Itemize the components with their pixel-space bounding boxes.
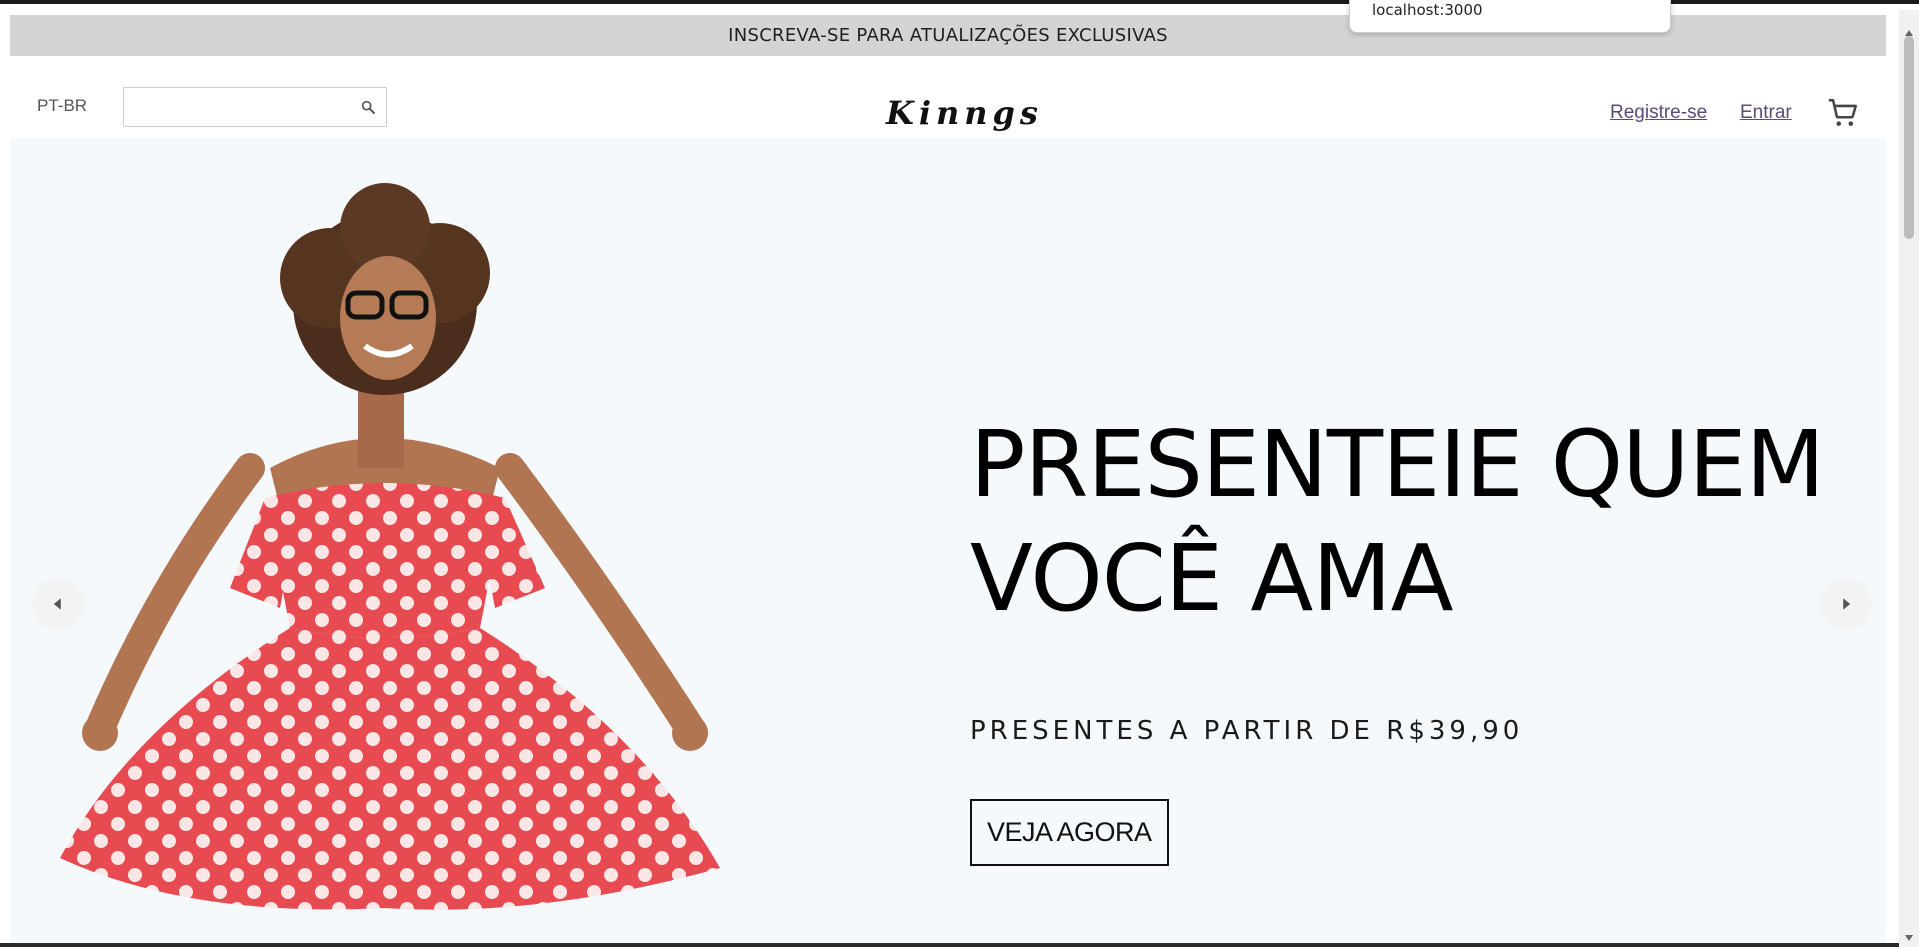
slider-next-button[interactable]	[1820, 578, 1872, 630]
language-selector[interactable]: PT-BR	[37, 96, 87, 116]
page-scrollbar[interactable]	[1899, 10, 1919, 947]
url-status-popup: localhost:3000	[1349, 0, 1671, 33]
arrow-left-icon	[53, 598, 61, 610]
hero-subtitle: PRESENTES A PARTIR DE R$39,90	[970, 716, 1524, 746]
scrollbar-thumb[interactable]	[1904, 36, 1914, 239]
hero-title: PRESENTEIE QUEM VOCÊ AMA	[970, 408, 1850, 636]
site-header: PT-BR Kinngs Registre-se Entrar	[10, 70, 1886, 138]
hero-title-line1: PRESENTEIE QUEM	[970, 411, 1825, 518]
cart-icon[interactable]	[1826, 96, 1860, 130]
hero-text-block: PRESENTEIE QUEM VOCÊ AMA PRESENTES A PAR…	[970, 408, 1850, 866]
hero-title-line2: VOCÊ AMA	[970, 525, 1454, 632]
slider-prev-button[interactable]	[32, 578, 84, 630]
shop-now-button[interactable]: VEJA AGORA	[970, 799, 1169, 866]
hero-model-image	[60, 183, 720, 910]
window-bottom-edge	[0, 943, 1899, 947]
url-status-text: localhost:3000	[1372, 1, 1483, 19]
register-link[interactable]: Registre-se	[1610, 102, 1707, 124]
scroll-down-icon[interactable]	[1899, 929, 1919, 947]
hero-slider: PRESENTEIE QUEM VOCÊ AMA PRESENTES A PAR…	[10, 138, 1886, 947]
search-input[interactable]	[124, 88, 344, 124]
site-logo[interactable]: Kinngs	[886, 94, 1043, 132]
search-box[interactable]	[123, 87, 387, 127]
announcement-text: INSCREVA-SE PARA ATUALIZAÇÕES EXCLUSIVAS	[728, 25, 1168, 46]
arrow-right-icon	[1843, 598, 1851, 610]
search-icon[interactable]	[360, 99, 376, 115]
login-link[interactable]: Entrar	[1740, 102, 1792, 124]
